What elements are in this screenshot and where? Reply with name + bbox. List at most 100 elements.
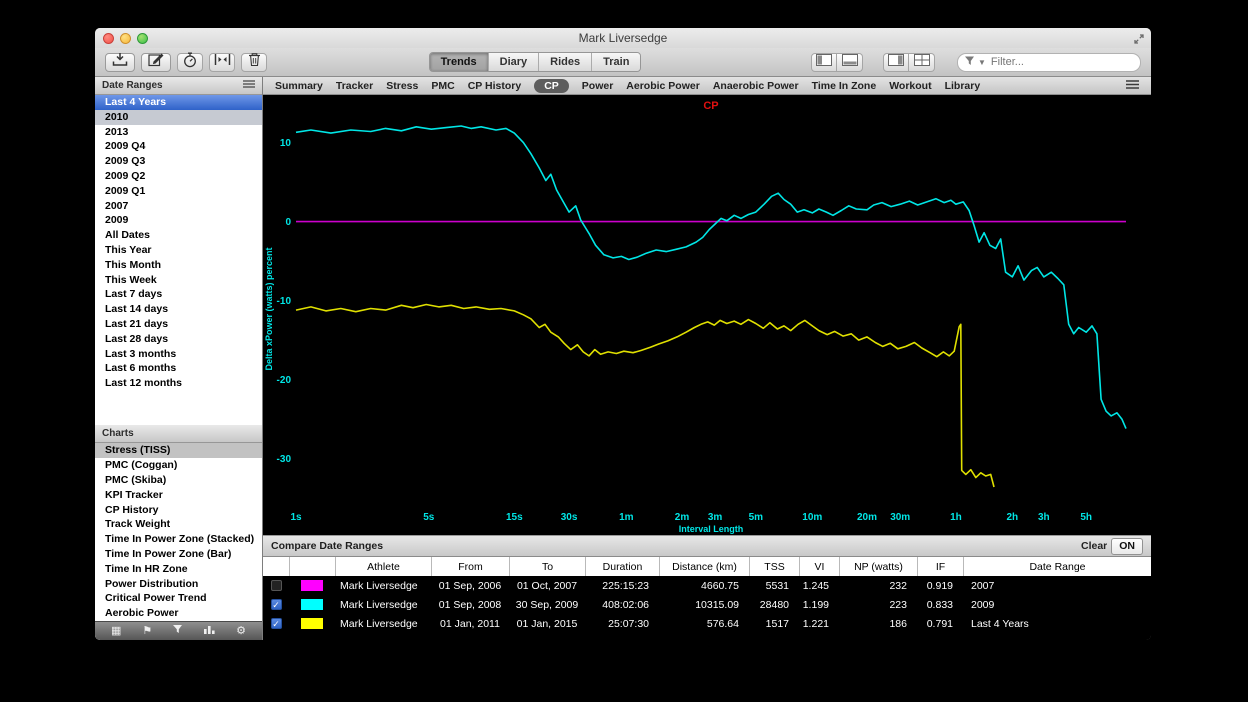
date-range-item[interactable]: 2007	[95, 199, 262, 214]
cell-np: 186	[839, 618, 917, 630]
date-range-item[interactable]: Last 3 months	[95, 347, 262, 362]
chart-bars-icon[interactable]	[204, 622, 215, 640]
date-range-item[interactable]: All Dates	[95, 228, 262, 243]
layout-single-button[interactable]	[883, 53, 909, 72]
cell-distance: 4660.75	[659, 580, 749, 592]
main-tab[interactable]: Stress	[386, 80, 418, 92]
cell-vi: 1.245	[799, 580, 839, 592]
stopwatch-button[interactable]	[177, 53, 203, 72]
gear-icon[interactable]: ⚙	[236, 622, 246, 640]
main-tab[interactable]: Anaerobic Power	[713, 80, 799, 92]
view-tab-train[interactable]: Train	[591, 53, 640, 71]
main-tab[interactable]: Summary	[275, 80, 323, 92]
compare-table-body: Mark Liversedge01 Sep, 200601 Oct, 20072…	[263, 576, 1151, 633]
delete-button[interactable]	[241, 53, 267, 72]
x-tick-label: 2m	[675, 512, 690, 523]
menu-icon[interactable]	[243, 80, 255, 91]
column-header: VI	[799, 557, 839, 576]
compose-icon	[148, 52, 165, 72]
funnel-icon[interactable]	[173, 622, 183, 640]
cp-chart: 100-10-20-301s5s15s30s1m2m3m5m10m20m30m1…	[263, 95, 1151, 535]
date-range-item[interactable]: This Year	[95, 243, 262, 258]
date-range-item[interactable]: 2013	[95, 125, 262, 140]
date-range-item[interactable]: 2009 Q3	[95, 154, 262, 169]
row-checkbox[interactable]: ✓	[271, 599, 282, 610]
grid-icon[interactable]: ▦	[111, 622, 121, 640]
date-range-item[interactable]: This Month	[95, 258, 262, 273]
date-range-item[interactable]: 2009	[95, 213, 262, 228]
main-tab[interactable]: CP	[534, 79, 569, 93]
view-tab-trends[interactable]: Trends	[430, 53, 488, 71]
sidebar-left-icon	[816, 53, 832, 71]
chart-item[interactable]: CP History	[95, 503, 262, 518]
chart-item[interactable]: PMC (Coggan)	[95, 458, 262, 473]
toolbar: TrendsDiaryRidesTrain ▼	[95, 48, 1151, 77]
chart-item[interactable]: Track Weight	[95, 517, 262, 532]
date-range-item[interactable]: Last 14 days	[95, 302, 262, 317]
menu-icon[interactable]	[1126, 80, 1139, 92]
date-range-item[interactable]: Last 12 months	[95, 376, 262, 391]
chart-item[interactable]: Time In Power Zone (Bar)	[95, 547, 262, 562]
date-range-item[interactable]: 2009 Q4	[95, 139, 262, 154]
chart-title: CP	[703, 100, 718, 112]
main-area: Summary Tracker Stress PMC CP History CP Power…	[263, 77, 1151, 640]
cell-duration: 225:15:23	[585, 580, 659, 592]
sidebar-toggle-group	[811, 53, 869, 72]
filter-field[interactable]: ▼	[957, 53, 1141, 72]
date-range-item[interactable]: Last 6 months	[95, 361, 262, 376]
cell-vi: 1.221	[799, 618, 839, 630]
intervals-icon	[214, 53, 231, 71]
row-checkbox[interactable]: ✓	[271, 618, 282, 629]
y-tick-label: 0	[285, 217, 291, 228]
chart-item[interactable]: Aerobic Power	[95, 606, 262, 621]
flag-icon[interactable]: ⚑	[142, 622, 152, 640]
toggle-sidebar-button[interactable]	[811, 53, 837, 72]
date-range-item[interactable]: 2009 Q1	[95, 184, 262, 199]
intervals-button[interactable]	[209, 53, 235, 72]
edit-button[interactable]	[141, 53, 171, 72]
x-tick-label: 5h	[1080, 512, 1092, 523]
chart-item[interactable]: Time In HR Zone	[95, 562, 262, 577]
chart-item[interactable]: Stress (TISS)	[95, 443, 262, 458]
date-range-item[interactable]: Last 21 days	[95, 317, 262, 332]
cell-np: 232	[839, 580, 917, 592]
cell-to: 30 Sep, 2009	[509, 599, 585, 611]
date-ranges-title: Date Ranges	[102, 80, 163, 91]
main-tab[interactable]: Power	[582, 80, 614, 92]
resize-icon[interactable]	[1133, 32, 1145, 50]
column-header-blank	[289, 557, 335, 576]
main-tab[interactable]: Workout	[889, 80, 931, 92]
row-checkbox[interactable]	[271, 580, 282, 591]
filter-input[interactable]	[989, 55, 1103, 69]
chart-item[interactable]: PMC (Skiba)	[95, 473, 262, 488]
view-tab-rides[interactable]: Rides	[538, 53, 591, 71]
main-tab[interactable]: Library	[945, 80, 981, 92]
funnel-icon	[965, 53, 975, 71]
chart-item[interactable]: Power Distribution	[95, 577, 262, 592]
toggle-bottombar-button[interactable]	[837, 53, 863, 72]
chart-item[interactable]: Time In Power Zone (Stacked)	[95, 532, 262, 547]
layout-tiled-button[interactable]	[909, 53, 935, 72]
main-tab[interactable]: Time In Zone	[812, 80, 877, 92]
view-tab-diary[interactable]: Diary	[488, 53, 539, 71]
compare-on-button[interactable]: ON	[1111, 538, 1143, 555]
main-tab[interactable]: Aerobic Power	[626, 80, 700, 92]
date-range-item[interactable]: 2010	[95, 110, 262, 125]
date-range-item[interactable]: Last 28 days	[95, 332, 262, 347]
date-range-item[interactable]: 2009 Q2	[95, 169, 262, 184]
clear-button[interactable]: Clear	[1081, 540, 1107, 552]
y-tick-label: -10	[277, 296, 292, 307]
date-range-item[interactable]: Last 4 Years	[95, 95, 262, 110]
series-line	[296, 305, 994, 488]
date-range-item[interactable]: Last 7 days	[95, 287, 262, 302]
x-tick-label: 5s	[423, 512, 435, 523]
cell-date-range: 2009	[963, 599, 1151, 611]
chart-item[interactable]: Critical Power Trend	[95, 591, 262, 606]
main-tab[interactable]: PMC	[431, 80, 454, 92]
date-range-item[interactable]: This Week	[95, 273, 262, 288]
save-button[interactable]	[105, 53, 135, 72]
app-window: Mark Liversedge TrendsDiaryRidesTrain	[95, 28, 1151, 640]
chart-item[interactable]: KPI Tracker	[95, 488, 262, 503]
main-tab[interactable]: Tracker	[336, 80, 373, 92]
main-tab[interactable]: CP History	[468, 80, 522, 92]
